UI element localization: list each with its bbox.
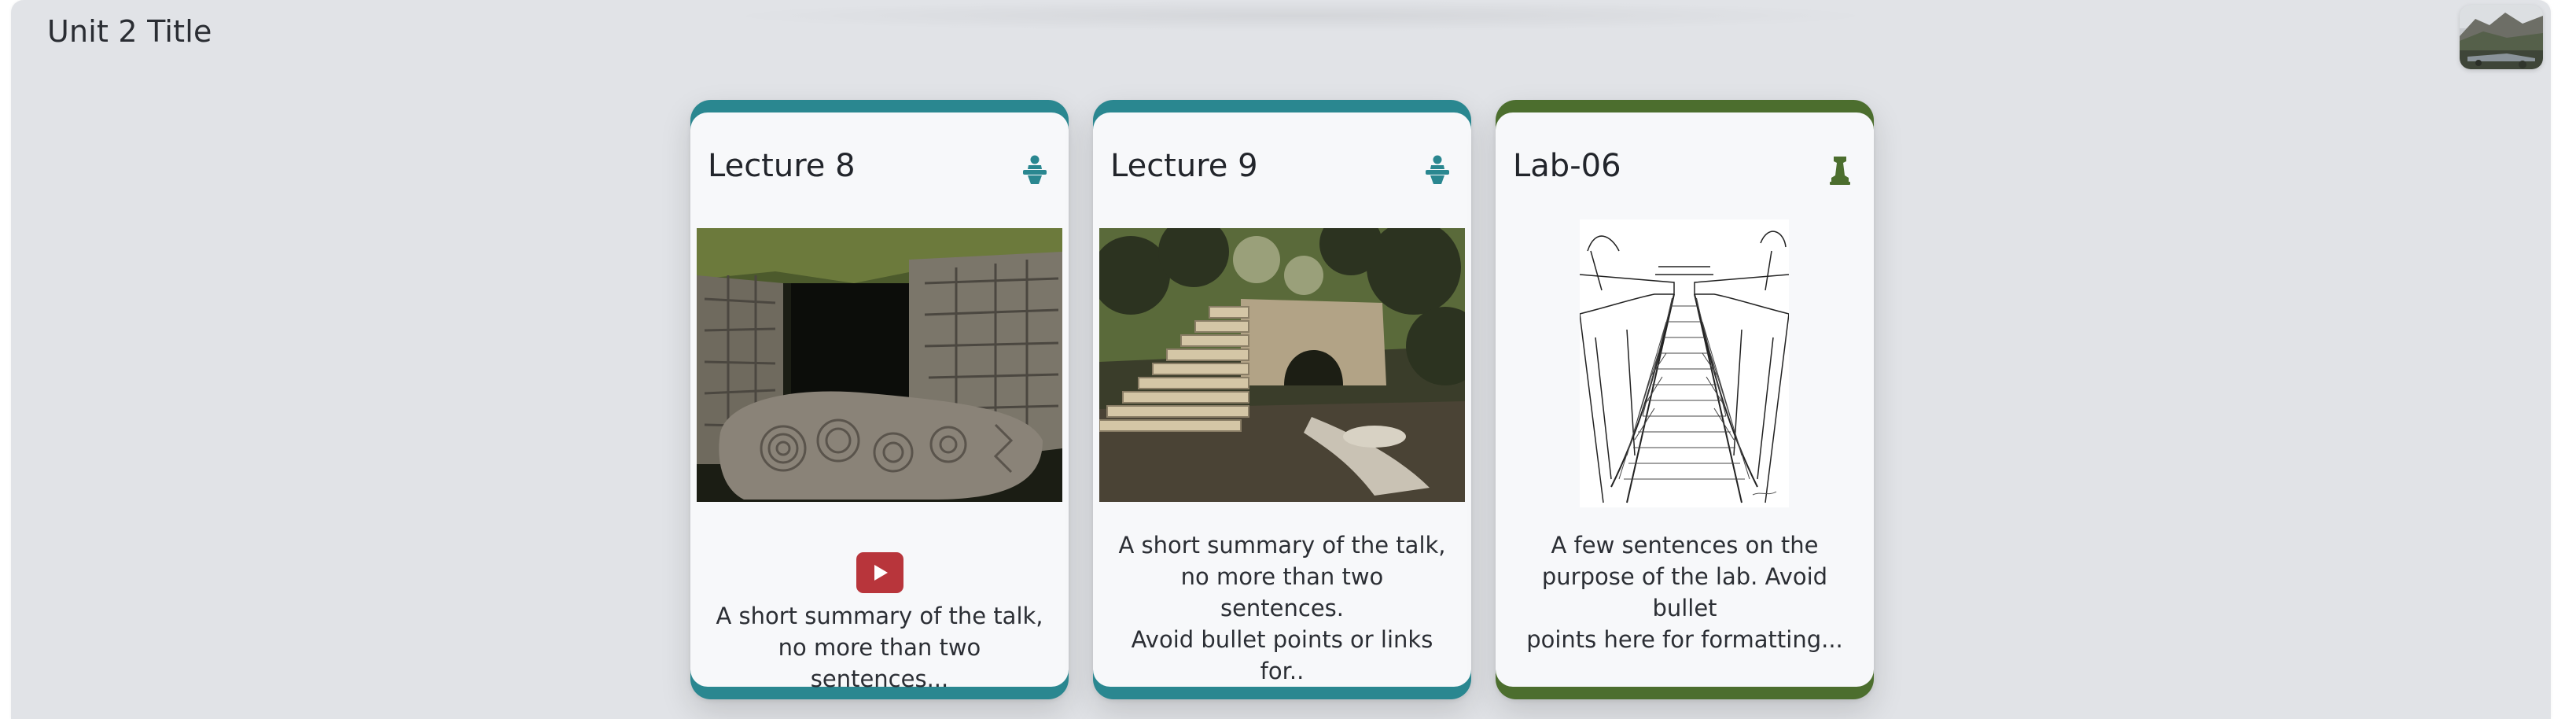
card-summary: A short summary of the talk, no more tha… [714, 600, 1045, 695]
lab-card-06[interactable]: Lab-06 A few sentences on the purpose of… [1496, 100, 1874, 699]
avatar[interactable] [2460, 5, 2543, 69]
lecture-card-8[interactable]: Lecture 8 A short summary of the talk, n… [690, 100, 1069, 699]
panel-top-shadow [719, 0, 1882, 31]
card-summary: A few sentences on the purpose of the la… [1519, 529, 1850, 655]
rope-bridge-sketch [1580, 219, 1789, 507]
youtube-play-button[interactable] [856, 552, 903, 593]
summary-line: points here for formatting... [1526, 626, 1843, 653]
card-summary: A short summary of the talk, no more tha… [1117, 529, 1448, 687]
summary-line: Avoid bullet points or links for.. [1131, 626, 1433, 684]
card-title: Lecture 9 [1110, 148, 1258, 184]
lab-pawn-icon [1830, 157, 1850, 185]
play-icon [874, 565, 888, 581]
summary-line: A short summary of the talk, [1118, 532, 1446, 559]
lecture-podium-icon [1426, 155, 1449, 184]
avatar-landscape-image [2460, 5, 2543, 69]
lecture-card-9[interactable]: Lecture 9 A short summary of the talk, n… [1093, 100, 1471, 699]
summary-line: A few sentences on the [1551, 532, 1819, 559]
lecture-image [697, 228, 1062, 502]
summary-line: no more than two sentences. [1180, 563, 1384, 621]
card-title: Lab-06 [1513, 148, 1621, 184]
summary-line: no more than two sentences... [778, 634, 981, 692]
lecture-image [1099, 228, 1465, 502]
card-title: Lecture 8 [708, 148, 856, 184]
summary-line: A short summary of the talk, [716, 603, 1043, 629]
summary-line: purpose of the lab. Avoid bullet [1541, 563, 1828, 621]
unit-title: Unit 2 Title [47, 14, 212, 49]
lecture-podium-icon [1023, 155, 1047, 184]
